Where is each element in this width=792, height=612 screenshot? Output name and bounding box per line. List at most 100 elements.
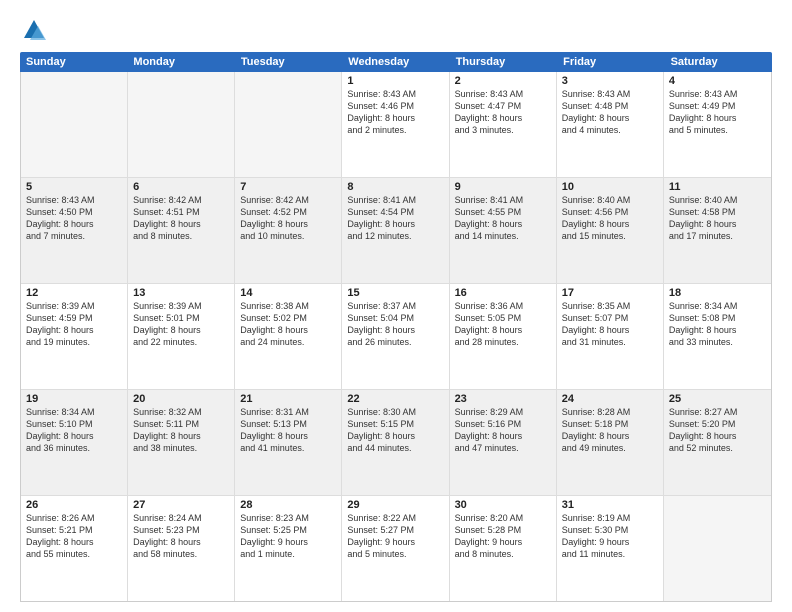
day-number: 20 xyxy=(133,393,229,405)
day-number: 27 xyxy=(133,499,229,511)
day-info: Sunrise: 8:23 AM Sunset: 5:25 PM Dayligh… xyxy=(240,512,336,561)
day-info: Sunrise: 8:22 AM Sunset: 5:27 PM Dayligh… xyxy=(347,512,443,561)
calendar-cell: 29Sunrise: 8:22 AM Sunset: 5:27 PM Dayli… xyxy=(342,496,449,601)
calendar-cell: 26Sunrise: 8:26 AM Sunset: 5:21 PM Dayli… xyxy=(21,496,128,601)
day-info: Sunrise: 8:43 AM Sunset: 4:48 PM Dayligh… xyxy=(562,88,658,137)
day-number: 18 xyxy=(669,287,766,299)
day-info: Sunrise: 8:29 AM Sunset: 5:16 PM Dayligh… xyxy=(455,406,551,455)
day-info: Sunrise: 8:36 AM Sunset: 5:05 PM Dayligh… xyxy=(455,300,551,349)
day-info: Sunrise: 8:30 AM Sunset: 5:15 PM Dayligh… xyxy=(347,406,443,455)
day-number: 21 xyxy=(240,393,336,405)
calendar-cell: 23Sunrise: 8:29 AM Sunset: 5:16 PM Dayli… xyxy=(450,390,557,495)
calendar-cell: 8Sunrise: 8:41 AM Sunset: 4:54 PM Daylig… xyxy=(342,178,449,283)
calendar-cell: 18Sunrise: 8:34 AM Sunset: 5:08 PM Dayli… xyxy=(664,284,771,389)
day-number: 31 xyxy=(562,499,658,511)
calendar-cell: 5Sunrise: 8:43 AM Sunset: 4:50 PM Daylig… xyxy=(21,178,128,283)
calendar-cell: 3Sunrise: 8:43 AM Sunset: 4:48 PM Daylig… xyxy=(557,72,664,177)
day-info: Sunrise: 8:41 AM Sunset: 4:55 PM Dayligh… xyxy=(455,194,551,243)
calendar-cell: 7Sunrise: 8:42 AM Sunset: 4:52 PM Daylig… xyxy=(235,178,342,283)
header xyxy=(20,16,772,44)
day-info: Sunrise: 8:24 AM Sunset: 5:23 PM Dayligh… xyxy=(133,512,229,561)
day-number: 13 xyxy=(133,287,229,299)
calendar-row: 5Sunrise: 8:43 AM Sunset: 4:50 PM Daylig… xyxy=(21,178,771,284)
logo-icon xyxy=(20,16,48,44)
day-info: Sunrise: 8:41 AM Sunset: 4:54 PM Dayligh… xyxy=(347,194,443,243)
day-number: 30 xyxy=(455,499,551,511)
day-number: 25 xyxy=(669,393,766,405)
weekday-header: Saturday xyxy=(665,52,772,72)
calendar-cell: 16Sunrise: 8:36 AM Sunset: 5:05 PM Dayli… xyxy=(450,284,557,389)
calendar-cell: 4Sunrise: 8:43 AM Sunset: 4:49 PM Daylig… xyxy=(664,72,771,177)
day-info: Sunrise: 8:39 AM Sunset: 5:01 PM Dayligh… xyxy=(133,300,229,349)
day-number: 15 xyxy=(347,287,443,299)
day-info: Sunrise: 8:34 AM Sunset: 5:08 PM Dayligh… xyxy=(669,300,766,349)
day-number: 5 xyxy=(26,181,122,193)
calendar-cell xyxy=(664,496,771,601)
calendar-header: SundayMondayTuesdayWednesdayThursdayFrid… xyxy=(20,52,772,72)
calendar-cell: 19Sunrise: 8:34 AM Sunset: 5:10 PM Dayli… xyxy=(21,390,128,495)
calendar-cell: 14Sunrise: 8:38 AM Sunset: 5:02 PM Dayli… xyxy=(235,284,342,389)
weekday-header: Wednesday xyxy=(342,52,449,72)
calendar-cell: 31Sunrise: 8:19 AM Sunset: 5:30 PM Dayli… xyxy=(557,496,664,601)
calendar-cell: 15Sunrise: 8:37 AM Sunset: 5:04 PM Dayli… xyxy=(342,284,449,389)
day-info: Sunrise: 8:27 AM Sunset: 5:20 PM Dayligh… xyxy=(669,406,766,455)
calendar: SundayMondayTuesdayWednesdayThursdayFrid… xyxy=(20,52,772,602)
calendar-cell: 27Sunrise: 8:24 AM Sunset: 5:23 PM Dayli… xyxy=(128,496,235,601)
day-number: 1 xyxy=(347,75,443,87)
day-number: 16 xyxy=(455,287,551,299)
calendar-row: 26Sunrise: 8:26 AM Sunset: 5:21 PM Dayli… xyxy=(21,496,771,601)
day-info: Sunrise: 8:34 AM Sunset: 5:10 PM Dayligh… xyxy=(26,406,122,455)
calendar-cell: 21Sunrise: 8:31 AM Sunset: 5:13 PM Dayli… xyxy=(235,390,342,495)
calendar-cell: 20Sunrise: 8:32 AM Sunset: 5:11 PM Dayli… xyxy=(128,390,235,495)
day-info: Sunrise: 8:26 AM Sunset: 5:21 PM Dayligh… xyxy=(26,512,122,561)
weekday-header: Tuesday xyxy=(235,52,342,72)
calendar-body: 1Sunrise: 8:43 AM Sunset: 4:46 PM Daylig… xyxy=(20,72,772,602)
day-info: Sunrise: 8:31 AM Sunset: 5:13 PM Dayligh… xyxy=(240,406,336,455)
weekday-header: Friday xyxy=(557,52,664,72)
calendar-cell: 25Sunrise: 8:27 AM Sunset: 5:20 PM Dayli… xyxy=(664,390,771,495)
calendar-cell: 2Sunrise: 8:43 AM Sunset: 4:47 PM Daylig… xyxy=(450,72,557,177)
weekday-header: Monday xyxy=(127,52,234,72)
day-info: Sunrise: 8:40 AM Sunset: 4:56 PM Dayligh… xyxy=(562,194,658,243)
day-info: Sunrise: 8:19 AM Sunset: 5:30 PM Dayligh… xyxy=(562,512,658,561)
calendar-cell: 22Sunrise: 8:30 AM Sunset: 5:15 PM Dayli… xyxy=(342,390,449,495)
calendar-row: 1Sunrise: 8:43 AM Sunset: 4:46 PM Daylig… xyxy=(21,72,771,178)
weekday-header: Thursday xyxy=(450,52,557,72)
calendar-cell: 17Sunrise: 8:35 AM Sunset: 5:07 PM Dayli… xyxy=(557,284,664,389)
day-number: 22 xyxy=(347,393,443,405)
day-info: Sunrise: 8:43 AM Sunset: 4:50 PM Dayligh… xyxy=(26,194,122,243)
calendar-cell: 9Sunrise: 8:41 AM Sunset: 4:55 PM Daylig… xyxy=(450,178,557,283)
calendar-row: 12Sunrise: 8:39 AM Sunset: 4:59 PM Dayli… xyxy=(21,284,771,390)
day-info: Sunrise: 8:32 AM Sunset: 5:11 PM Dayligh… xyxy=(133,406,229,455)
day-number: 26 xyxy=(26,499,122,511)
page: SundayMondayTuesdayWednesdayThursdayFrid… xyxy=(0,0,792,612)
day-number: 29 xyxy=(347,499,443,511)
day-info: Sunrise: 8:42 AM Sunset: 4:51 PM Dayligh… xyxy=(133,194,229,243)
day-info: Sunrise: 8:37 AM Sunset: 5:04 PM Dayligh… xyxy=(347,300,443,349)
calendar-cell: 28Sunrise: 8:23 AM Sunset: 5:25 PM Dayli… xyxy=(235,496,342,601)
logo xyxy=(20,16,50,44)
day-number: 11 xyxy=(669,181,766,193)
day-info: Sunrise: 8:38 AM Sunset: 5:02 PM Dayligh… xyxy=(240,300,336,349)
calendar-cell: 1Sunrise: 8:43 AM Sunset: 4:46 PM Daylig… xyxy=(342,72,449,177)
calendar-cell xyxy=(21,72,128,177)
day-info: Sunrise: 8:28 AM Sunset: 5:18 PM Dayligh… xyxy=(562,406,658,455)
weekday-header: Sunday xyxy=(20,52,127,72)
day-number: 4 xyxy=(669,75,766,87)
day-info: Sunrise: 8:43 AM Sunset: 4:49 PM Dayligh… xyxy=(669,88,766,137)
day-number: 19 xyxy=(26,393,122,405)
day-info: Sunrise: 8:43 AM Sunset: 4:47 PM Dayligh… xyxy=(455,88,551,137)
day-number: 10 xyxy=(562,181,658,193)
calendar-cell xyxy=(128,72,235,177)
day-info: Sunrise: 8:20 AM Sunset: 5:28 PM Dayligh… xyxy=(455,512,551,561)
day-number: 24 xyxy=(562,393,658,405)
day-number: 23 xyxy=(455,393,551,405)
calendar-cell: 12Sunrise: 8:39 AM Sunset: 4:59 PM Dayli… xyxy=(21,284,128,389)
day-info: Sunrise: 8:43 AM Sunset: 4:46 PM Dayligh… xyxy=(347,88,443,137)
calendar-cell: 6Sunrise: 8:42 AM Sunset: 4:51 PM Daylig… xyxy=(128,178,235,283)
day-number: 3 xyxy=(562,75,658,87)
calendar-cell: 13Sunrise: 8:39 AM Sunset: 5:01 PM Dayli… xyxy=(128,284,235,389)
day-info: Sunrise: 8:42 AM Sunset: 4:52 PM Dayligh… xyxy=(240,194,336,243)
day-info: Sunrise: 8:40 AM Sunset: 4:58 PM Dayligh… xyxy=(669,194,766,243)
day-number: 9 xyxy=(455,181,551,193)
